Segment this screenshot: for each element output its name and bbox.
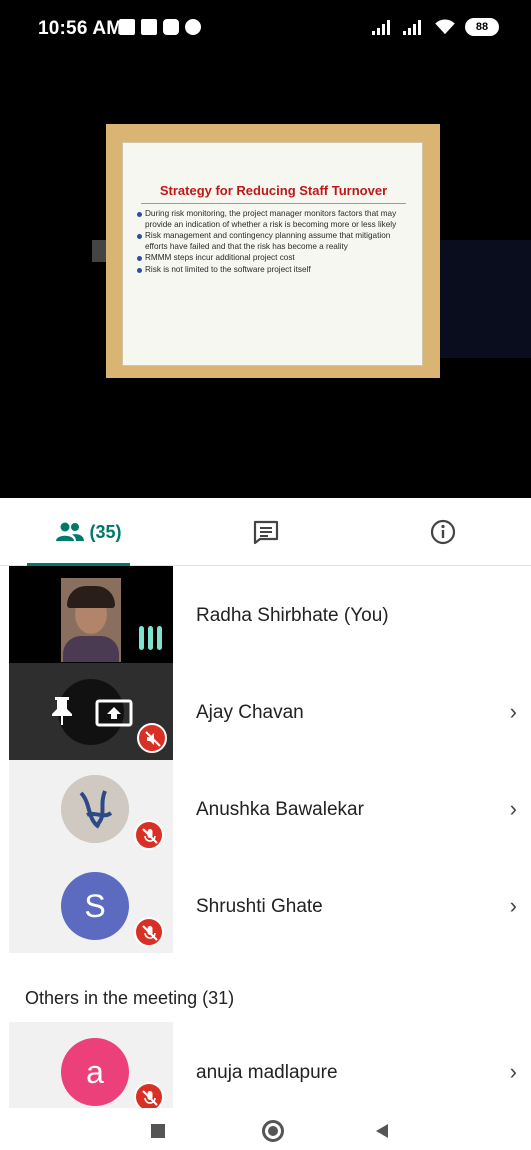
- chevron-right-icon[interactable]: ›: [510, 893, 517, 919]
- recents-button[interactable]: [151, 1124, 165, 1138]
- participant-row[interactable]: Anushka Bawalekar ›: [0, 760, 531, 857]
- participant-thumbnail: a: [9, 1022, 173, 1108]
- people-count: (35): [89, 521, 122, 542]
- back-button[interactable]: [374, 1123, 390, 1139]
- presented-slide: Strategy for Reducing Staff Turnover Dur…: [106, 124, 440, 378]
- slide-divider: [141, 203, 406, 204]
- message-icon: [141, 19, 157, 35]
- meeting-tabs: (35): [0, 498, 531, 566]
- wifi-icon: [435, 19, 455, 35]
- signal-icon: [372, 19, 394, 35]
- participant-name: anuja madlapure: [196, 1062, 338, 1083]
- system-navigation-bar: [0, 1108, 531, 1150]
- self-video-feed: [61, 578, 121, 662]
- slide-bullets: During risk monitoring, the project mana…: [137, 209, 415, 277]
- participant-name: Shrushti Ghate: [196, 896, 323, 917]
- participant-name: Ajay Chavan: [196, 702, 304, 723]
- self-video-thumbnail: [9, 566, 173, 663]
- status-bar: 10:56 AM 88: [0, 0, 531, 58]
- chevron-right-icon[interactable]: ›: [510, 796, 517, 822]
- slide-title: Strategy for Reducing Staff Turnover: [159, 183, 388, 198]
- tab-chat[interactable]: [177, 498, 354, 566]
- speaking-indicator-icon: [139, 626, 162, 650]
- avatar: S: [61, 872, 129, 940]
- slide-content: Strategy for Reducing Staff Turnover Dur…: [122, 142, 423, 366]
- presentation-video-area[interactable]: 10:56 AM 88 Strategy for Reducing Staff …: [0, 0, 531, 498]
- chevron-right-icon[interactable]: ›: [510, 699, 517, 725]
- chat-icon: [253, 520, 278, 545]
- video-side-region: [440, 240, 531, 358]
- slide-bullet: RMMM steps incur additional project cost: [137, 253, 415, 264]
- participant-thumbnail: S: [9, 857, 173, 953]
- participant-row[interactable]: Ajay Chavan ›: [0, 663, 531, 760]
- tab-people[interactable]: (35): [0, 498, 177, 566]
- location-icon: [185, 19, 201, 35]
- participant-row[interactable]: a anuja madlapure ›: [0, 1022, 531, 1108]
- avatar: a: [61, 1038, 129, 1106]
- participant-thumbnail: [9, 663, 173, 760]
- muted-mic-icon: [134, 917, 164, 947]
- slide-bullet: Risk is not limited to the software proj…: [137, 265, 415, 276]
- presenting-screen-icon: [95, 699, 133, 727]
- participant-row[interactable]: S Shrushti Ghate ›: [0, 857, 531, 953]
- muted-mic-icon: [134, 820, 164, 850]
- info-icon: [430, 519, 455, 545]
- muted-mic-icon: [134, 1082, 164, 1108]
- participant-row-self[interactable]: Radha Shirbhate (You): [0, 566, 531, 663]
- others-section-label: Others in the meeting (31): [25, 988, 235, 1008]
- battery-indicator: 88: [465, 18, 499, 36]
- pin-icon[interactable]: [49, 695, 75, 727]
- slide-bullet: Risk management and contingency planning…: [137, 231, 415, 252]
- participant-name: Anushka Bawalekar: [196, 799, 364, 820]
- muted-icon: [137, 723, 167, 753]
- people-icon: [56, 522, 85, 541]
- tab-info[interactable]: [354, 498, 531, 566]
- calendar-icon: [119, 19, 135, 35]
- slide-bullet: During risk monitoring, the project mana…: [137, 209, 415, 230]
- home-button[interactable]: [262, 1120, 284, 1142]
- signal-icon-2: [403, 19, 425, 35]
- participant-name: Radha Shirbhate (You): [196, 605, 389, 626]
- status-time: 10:56 AM: [38, 18, 123, 39]
- notification-icons: [119, 19, 201, 35]
- app-notification-icon: [163, 19, 179, 35]
- avatar: [61, 775, 129, 843]
- participant-thumbnail: [9, 760, 173, 857]
- chevron-right-icon[interactable]: ›: [510, 1059, 517, 1085]
